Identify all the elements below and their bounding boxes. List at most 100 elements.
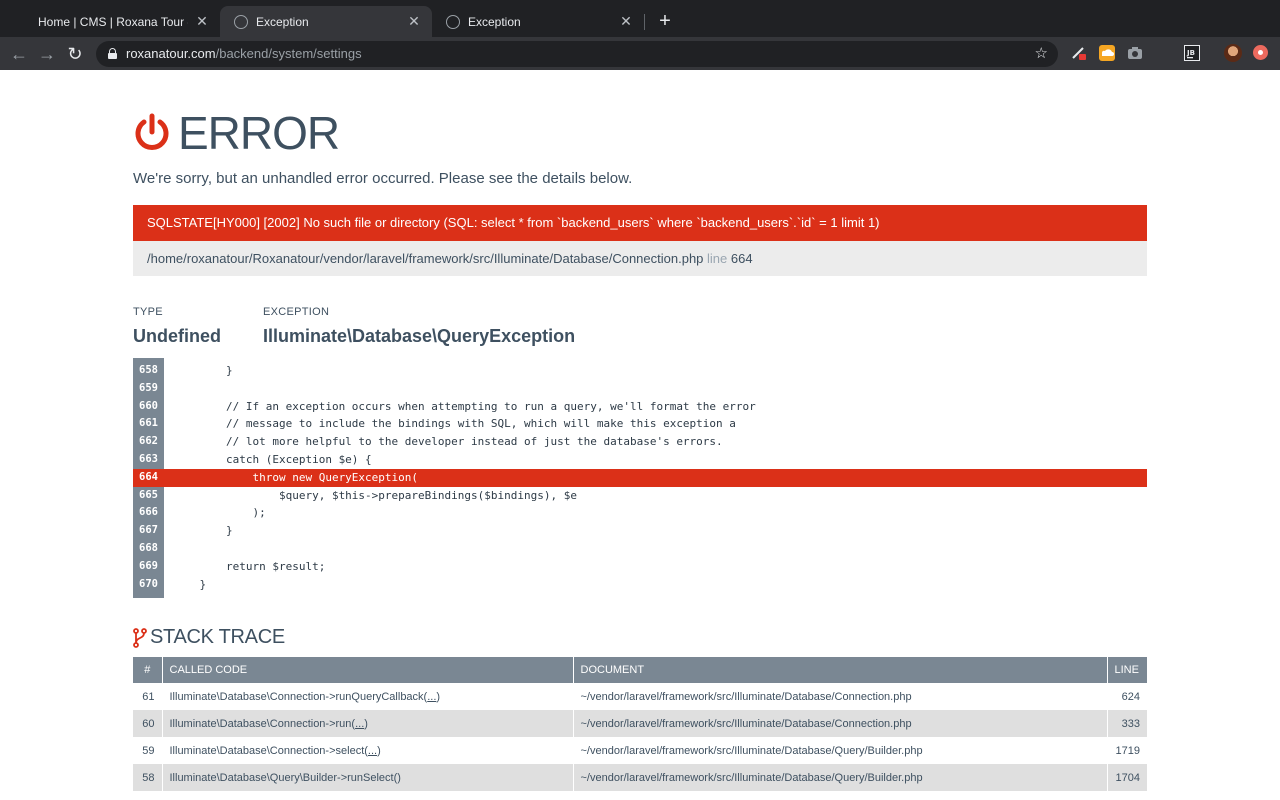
browser-tab[interactable]: Home | CMS | Roxana Tour - CI ✕ [24,6,220,37]
soundcloud-extension-icon[interactable] [1099,45,1115,61]
code-line-source: // If an exception occurs when attemptin… [173,399,756,413]
extension-icon[interactable] [1071,45,1087,61]
table-row: 61 Illuminate\Database\Connection->runQue… [133,683,1147,710]
camera-extension-icon[interactable] [1127,45,1143,61]
back-arrow-icon[interactable]: ← [8,43,30,65]
code-line-source: throw new QueryException( [173,470,419,484]
trace-frame-number: 58 [133,764,163,791]
code-line-source: } [173,524,233,538]
code-line-number: 668 [139,542,158,554]
called-code-text: Illuminate\Database\Connection->select( [169,744,368,757]
close-icon[interactable]: ✕ [194,13,210,30]
trace-frame-number: 59 [133,737,163,764]
code-line-source: } [173,577,207,591]
table-row: 58 Illuminate\Database\Query\Builder->run… [133,764,1147,791]
code-line-number: 659 [139,381,158,394]
trace-line: 1719 [1115,744,1140,757]
trace-line: 1704 [1107,764,1147,791]
trace-document: ~/vendor/laravel/framework/src/Illuminat… [573,710,1108,737]
trace-called-code: Illuminate\Database\Connection->select(.… [162,737,574,764]
code-line-source: $query, $this->prepareBindings($bindings… [173,488,577,502]
lock-icon [108,48,117,59]
extension-record-icon[interactable] [1253,45,1268,60]
forward-arrow-icon[interactable]: → [36,43,58,65]
call-arguments-toggle[interactable]: ... [427,691,436,703]
trace-frame-number: 60 [133,710,163,737]
tab-separator [644,14,645,30]
error-heading: ERROR [133,107,340,159]
table-row: 60 Illuminate\Database\Connection->run(..… [133,710,1147,737]
column-header-line: LINE [1107,657,1147,683]
error-message: SQLSTATE[HY000] [2002] No such file or d… [133,205,1147,241]
code-line: 662 // lot more helpful to the developer… [133,433,1147,451]
call-arguments-toggle[interactable]: ... [355,718,364,730]
star-icon[interactable]: ☆ [1035,44,1048,62]
exception-value: Illuminate\Database\QueryException [263,326,576,346]
code-line-number: 663 [139,453,158,465]
globe-icon [234,14,248,29]
stack-trace-table: # CALLED CODE DOCUMENT LINE 61 Illuminate… [133,657,1147,791]
error-subtitle: We're sorry, but an unhandled error occu… [133,170,633,187]
close-icon[interactable]: ✕ [618,13,634,30]
browser-tab-strip: Home | CMS | Roxana Tour - CI ✕ Exceptio… [0,0,1280,37]
url-host: roxanatour.com [126,46,216,61]
code-line-number: 660 [139,399,158,412]
code-line-number: 661 [139,417,158,430]
code-line-source: // lot more helpful to the developer ins… [173,435,723,449]
code-line: 664 throw new QueryException( [133,468,1147,487]
code-line: 658 } [133,362,1147,380]
browser-tab-active[interactable]: Exception ✕ [220,6,432,37]
trace-frame-number: 61 [133,683,163,710]
trace-document: ~/vendor/laravel/framework/src/Illuminat… [573,737,1108,764]
code-line: 666 ); [133,504,1147,522]
code-line-number: 658 [139,364,158,376]
error-file-path: /home/roxanatour/Roxanatour/vendor/larav… [133,241,1147,276]
line-label: line [707,251,728,266]
exception-label: EXCEPTION [263,306,330,318]
code-line-source: } [173,364,233,377]
called-code-close: ) [364,717,368,730]
address-bar[interactable]: roxanatour.com/backend/system/settings ☆ [96,41,1058,67]
stack-trace-title: STACK TRACE [150,626,285,648]
called-code-text: Illuminate\Database\Connection->runQuery… [169,690,428,703]
type-label: TYPE [133,306,163,318]
call-arguments-toggle[interactable]: ... [368,745,377,757]
jetbrains-extension-icon[interactable]: JB [1184,45,1200,61]
code-line: 670 } [133,576,1147,594]
power-icon [135,113,169,150]
called-code-close: ) [377,744,381,757]
code-line-number: 670 [139,577,158,590]
trace-called-code: Illuminate\Database\Connection->run(...) [162,710,574,737]
browser-tab[interactable]: Exception ✕ [432,6,644,37]
code-line-number: 666 [139,506,158,519]
stack-trace-heading: STACK TRACE [133,626,285,649]
called-code-text: Illuminate\Database\Connection->run( [169,717,356,730]
trace-document: ~/vendor/laravel/framework/src/Illuminat… [573,683,1108,710]
browser-toolbar: ← → ↻ roxanatour.com/backend/system/sett… [0,37,1280,70]
code-line: 667 } [133,522,1147,540]
code-line-source: return $result; [173,559,326,573]
code-line-number: 665 [139,488,158,501]
trace-line: 333 [1107,710,1147,737]
file-path: /home/roxanatour/Roxanatour/vendor/larav… [147,251,704,266]
reload-icon[interactable]: ↻ [64,43,86,65]
code-line: 663 catch (Exception $e) { [133,451,1147,469]
profile-avatar[interactable] [1224,44,1242,62]
new-tab-button[interactable]: + [656,10,674,32]
close-icon[interactable]: ✕ [406,13,422,30]
code-line: 661 // message to include the bindings w… [133,415,1147,433]
table-row: 59 Illuminate\Database\Connection->select… [133,737,1147,764]
called-code-close: ) [436,690,441,703]
url-text[interactable]: roxanatour.com/backend/system/settings [126,46,362,61]
code-line: 668 [133,540,1147,558]
error-title: ERROR [178,107,340,159]
code-line: 665 $query, $this->prepareBindings($bind… [133,487,1147,505]
table-header-row: # CALLED CODE DOCUMENT LINE [133,657,1147,683]
code-line-number: 664 [133,468,164,487]
svg-text:JB: JB [1186,49,1195,57]
tab-title: Exception [468,14,521,29]
code-line-source: // message to include the bindings with … [173,417,736,431]
code-line: 669 return $result; [133,558,1147,576]
code-line-number: 662 [139,435,158,448]
code-line-source: catch (Exception $e) { [173,453,372,466]
